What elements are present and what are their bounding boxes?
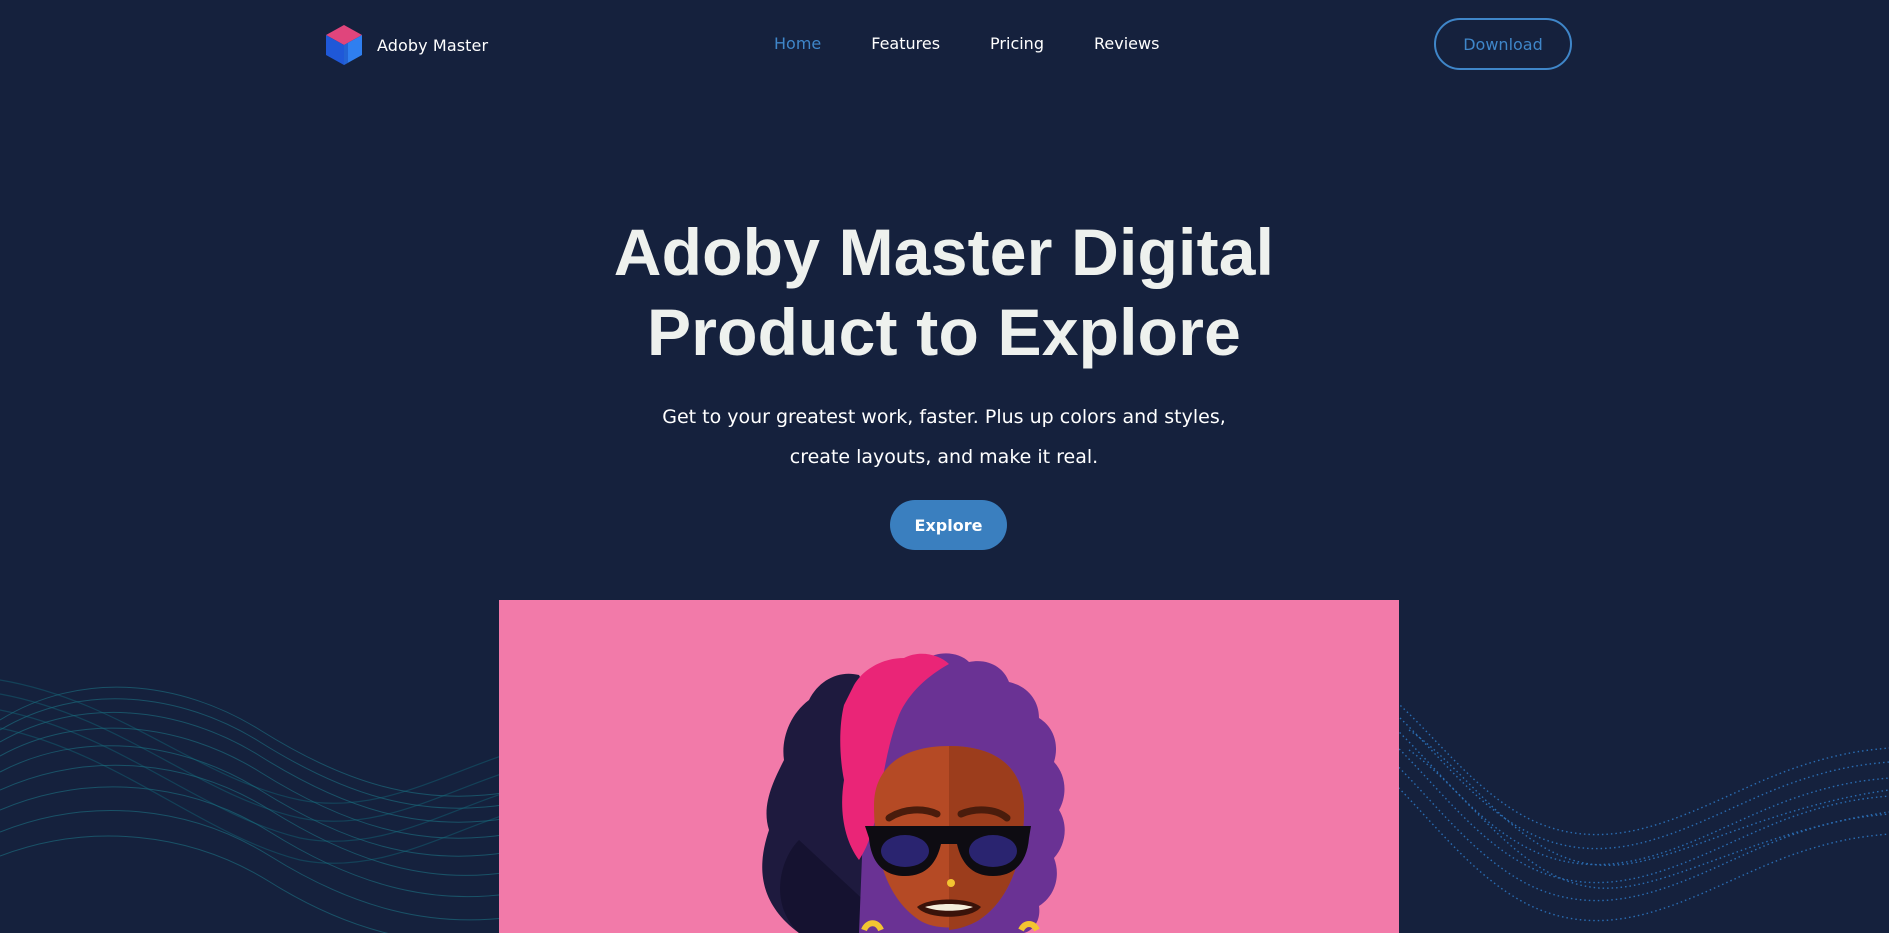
nav-features-link[interactable]: Features <box>871 34 940 54</box>
brand-home-link[interactable]: Adoby Master <box>325 24 488 66</box>
hero-title: Adoby Master Digital Product to Explore <box>444 212 1444 372</box>
hero-subtitle-line-1: Get to your greatest work, faster. Plus … <box>662 406 1226 428</box>
hero-title-line-2: Product to Explore <box>647 295 1241 369</box>
hero-subtitle: Get to your greatest work, faster. Plus … <box>594 397 1294 477</box>
hero-subtitle-line-2: create layouts, and make it real. <box>789 446 1099 468</box>
nav-pricing-link[interactable]: Pricing <box>990 34 1044 54</box>
woman-portrait-illustration <box>762 653 1065 933</box>
cube-logo-icon <box>326 25 362 65</box>
top-navbar: Adoby Master Home Features Pricing Revie… <box>0 0 1889 90</box>
landing-page: Adoby Master Home Features Pricing Revie… <box>0 0 1889 933</box>
nav-home-link[interactable]: Home <box>774 34 821 54</box>
hero-title-line-1: Adoby Master Digital <box>613 215 1275 289</box>
download-button[interactable]: Download <box>1434 18 1572 70</box>
teal-wave-decoration <box>0 679 520 933</box>
hero-illustration <box>499 600 1399 933</box>
main-nav: Home Features Pricing Reviews <box>774 34 1209 54</box>
nav-reviews-link[interactable]: Reviews <box>1094 34 1159 54</box>
brand-name: Adoby Master <box>377 35 489 55</box>
blue-dotted-wave-decoration <box>1369 679 1889 922</box>
explore-button[interactable]: Explore <box>890 500 1007 550</box>
